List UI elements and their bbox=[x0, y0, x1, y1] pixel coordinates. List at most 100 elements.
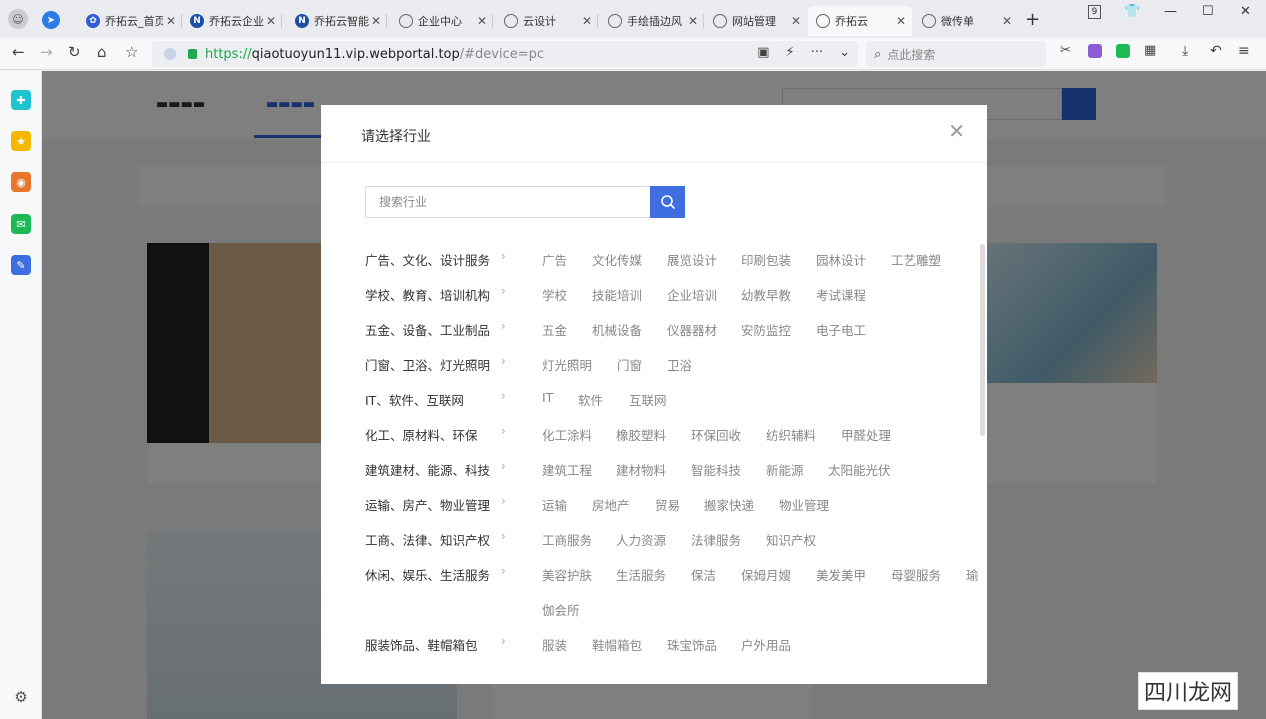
reload-icon[interactable]: ↻ bbox=[68, 43, 81, 61]
industry-item[interactable]: 软件 bbox=[578, 390, 603, 409]
modal-scrollbar[interactable] bbox=[980, 244, 985, 436]
industry-item[interactable]: 美容护肤 bbox=[542, 565, 592, 584]
industry-item[interactable]: 仪器器材 bbox=[667, 320, 717, 339]
menu-icon[interactable]: ≡ bbox=[1238, 43, 1250, 59]
industry-item[interactable]: 环保回收 bbox=[691, 425, 741, 444]
industry-item[interactable]: 安防监控 bbox=[741, 320, 791, 339]
industry-item[interactable]: 珠宝饰品 bbox=[667, 635, 717, 654]
industry-category[interactable]: 建筑建材、能源、科技 bbox=[365, 460, 490, 479]
close-icon[interactable]: ✕ bbox=[791, 14, 801, 28]
industry-item[interactable]: 广告 bbox=[542, 250, 567, 269]
industry-item[interactable]: 幼教早教 bbox=[741, 285, 791, 304]
close-icon[interactable]: ✕ bbox=[582, 14, 592, 28]
industry-item[interactable]: 灯光照明 bbox=[542, 355, 592, 374]
close-icon[interactable]: ✕ bbox=[477, 14, 487, 28]
industry-item[interactable]: 美发美甲 bbox=[816, 565, 866, 584]
industry-item[interactable]: 工艺雕塑 bbox=[891, 250, 941, 269]
more-icon[interactable]: ··· bbox=[811, 45, 823, 60]
bookmark-star-icon[interactable]: ☆ bbox=[125, 43, 138, 61]
industry-item[interactable]: 考试课程 bbox=[816, 285, 866, 304]
forward-arrow-icon[interactable]: → bbox=[40, 43, 53, 61]
download-icon[interactable]: ⤓ bbox=[1182, 43, 1188, 59]
industry-category[interactable]: 休闲、娱乐、生活服务 bbox=[365, 565, 490, 584]
minimize-icon[interactable]: — bbox=[1164, 4, 1177, 19]
industry-item[interactable]: 服装 bbox=[542, 635, 567, 654]
mail-icon[interactable]: ✉ bbox=[11, 214, 31, 234]
close-icon[interactable]: ✕ bbox=[688, 14, 698, 28]
industry-item[interactable]: 展览设计 bbox=[667, 250, 717, 269]
extension-icon[interactable] bbox=[1116, 44, 1130, 58]
close-icon[interactable]: ✕ bbox=[896, 14, 906, 28]
industry-item[interactable]: 母婴服务 bbox=[891, 565, 941, 584]
home-icon[interactable]: ⌂ bbox=[97, 43, 107, 61]
chevron-down-icon[interactable]: ⌄ bbox=[839, 45, 850, 60]
industry-item[interactable]: 橡胶塑料 bbox=[616, 425, 666, 444]
plus-cross-icon[interactable]: ✚ bbox=[11, 90, 31, 110]
industry-category[interactable]: IT、软件、互联网 bbox=[365, 390, 464, 409]
industry-item[interactable]: 人力资源 bbox=[616, 530, 666, 549]
industry-category[interactable]: 工商、法律、知识产权 bbox=[365, 530, 490, 549]
browser-search-box[interactable]: ⌕ 点此搜索 bbox=[866, 41, 1046, 67]
industry-item[interactable]: 伽会所 bbox=[542, 600, 580, 619]
industry-item[interactable]: 化工涂料 bbox=[542, 425, 592, 444]
close-icon[interactable]: ✕ bbox=[948, 121, 965, 141]
industry-item[interactable]: 企业培训 bbox=[667, 285, 717, 304]
extension-icon[interactable] bbox=[1088, 44, 1102, 58]
industry-item[interactable]: 物业管理 bbox=[779, 495, 829, 514]
browser-tab[interactable]: 网站管理 ✕ bbox=[705, 6, 807, 36]
industry-item[interactable]: 法律服务 bbox=[691, 530, 741, 549]
apps-grid-icon[interactable]: ▦ bbox=[1144, 43, 1156, 58]
industry-item[interactable]: 知识产权 bbox=[766, 530, 816, 549]
note-icon[interactable]: ✎ bbox=[11, 255, 31, 275]
industry-item[interactable]: 太阳能光伏 bbox=[828, 460, 891, 479]
industry-item[interactable]: 甲醛处理 bbox=[841, 425, 891, 444]
screenshot-icon[interactable]: ▣ bbox=[757, 45, 769, 60]
industry-item[interactable]: 五金 bbox=[542, 320, 567, 339]
industry-item[interactable]: 保洁 bbox=[691, 565, 716, 584]
industry-item[interactable]: 学校 bbox=[542, 285, 567, 304]
close-icon[interactable]: ✕ bbox=[166, 14, 176, 28]
industry-item[interactable]: 园林设计 bbox=[816, 250, 866, 269]
url-text[interactable]: https://qiaotuoyun11.vip.webportal.top/#… bbox=[205, 47, 544, 62]
window-close-icon[interactable]: ✕ bbox=[1240, 4, 1251, 19]
industry-category[interactable]: 服装饰品、鞋帽箱包 bbox=[365, 635, 478, 654]
industry-item[interactable]: 运输 bbox=[542, 495, 567, 514]
tab-count-badge[interactable]: 9 bbox=[1088, 5, 1101, 19]
undo-icon[interactable]: ↶ bbox=[1210, 43, 1222, 59]
address-bar[interactable]: https://qiaotuoyun11.vip.webportal.top/#… bbox=[152, 41, 858, 67]
browser-logo-icon[interactable]: ☺ bbox=[8, 9, 28, 29]
browser-tab[interactable]: 微传单 ✕ bbox=[914, 6, 1018, 36]
industry-item[interactable]: 建筑工程 bbox=[542, 460, 592, 479]
browser-tab-active[interactable]: 乔拓云 ✕ bbox=[808, 6, 912, 36]
industry-item[interactable]: 印刷包装 bbox=[741, 250, 791, 269]
weibo-icon[interactable]: ◉ bbox=[11, 172, 31, 192]
industry-item[interactable]: 户外用品 bbox=[741, 635, 791, 654]
industry-search-button[interactable] bbox=[650, 186, 685, 218]
shirt-icon[interactable]: 👕 bbox=[1124, 4, 1140, 19]
industry-item[interactable]: 智能科技 bbox=[691, 460, 741, 479]
industry-item[interactable]: 门窗 bbox=[617, 355, 642, 374]
industry-item[interactable]: 瑜 bbox=[966, 565, 979, 584]
industry-item[interactable]: 保姆月嫂 bbox=[741, 565, 791, 584]
industry-category[interactable]: 学校、教育、培训机构 bbox=[365, 285, 490, 304]
industry-item[interactable]: 房地产 bbox=[592, 495, 630, 514]
industry-item[interactable]: 贸易 bbox=[655, 495, 680, 514]
back-arrow-icon[interactable]: ← bbox=[12, 43, 25, 61]
industry-category[interactable]: 运输、房产、物业管理 bbox=[365, 495, 490, 514]
browser-tab[interactable]: N 乔拓云企业 ✕ bbox=[182, 6, 282, 36]
browser-tab[interactable]: 云设计 ✕ bbox=[496, 6, 598, 36]
browser-tab[interactable]: N 乔拓云智能 ✕ bbox=[287, 6, 387, 36]
close-icon[interactable]: ✕ bbox=[266, 14, 276, 28]
industry-category[interactable]: 五金、设备、工业制品 bbox=[365, 320, 490, 339]
industry-item[interactable]: 技能培训 bbox=[592, 285, 642, 304]
industry-item[interactable]: 互联网 bbox=[629, 390, 667, 409]
industry-category[interactable]: 门窗、卫浴、灯光照明 bbox=[365, 355, 490, 374]
industry-item[interactable]: 卫浴 bbox=[667, 355, 692, 374]
industry-category[interactable]: 化工、原材料、环保 bbox=[365, 425, 478, 444]
industry-item[interactable]: 鞋帽箱包 bbox=[592, 635, 642, 654]
pinned-tab-icon[interactable]: ➤ bbox=[42, 11, 60, 29]
industry-item[interactable]: 新能源 bbox=[766, 460, 804, 479]
lightning-icon[interactable]: ⚡ bbox=[786, 45, 795, 60]
industry-category[interactable]: 广告、文化、设计服务 bbox=[365, 250, 490, 269]
star-icon[interactable]: ★ bbox=[11, 131, 31, 151]
